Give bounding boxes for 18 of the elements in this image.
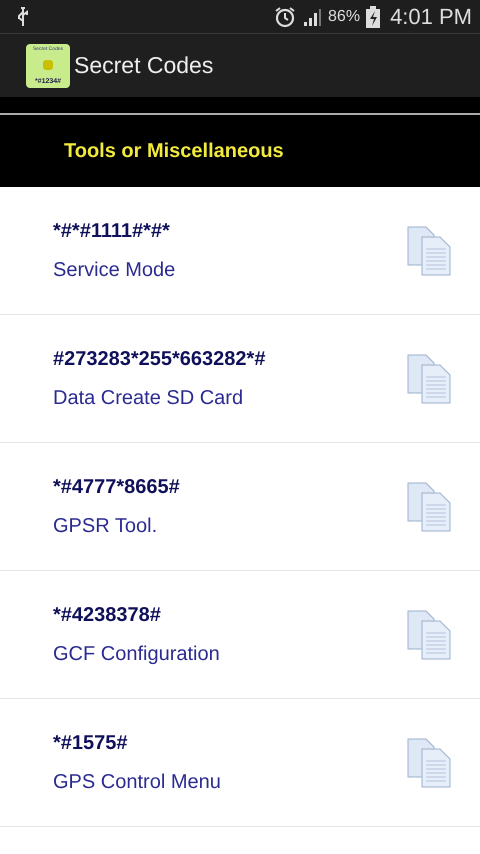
code-description: Data Create SD Card [53, 386, 244, 410]
code-description: Service Mode [53, 258, 176, 282]
section-title: Tools or Miscellaneous [64, 140, 284, 162]
code-text: *#1575# [53, 732, 129, 754]
battery-percent: 86% [328, 8, 360, 26]
code-description: GPS Control Menu [53, 770, 221, 794]
clock-time: 4:01 PM [390, 4, 472, 30]
code-description: GPSR Tool. [53, 514, 158, 538]
alarm-icon [274, 6, 296, 28]
code-text: *#*#1111#*#* [53, 220, 171, 242]
code-text: #273283*255*663282*# [53, 348, 266, 370]
usb-icon [16, 6, 30, 26]
signal-icon [302, 8, 322, 26]
code-text: *#4238378# [53, 604, 162, 626]
code-text: *#4777*8665# [53, 476, 180, 498]
battery-charging-icon [366, 6, 380, 28]
app-title: Secret Codes [74, 52, 214, 79]
code-description: GCF Configuration [53, 642, 220, 666]
